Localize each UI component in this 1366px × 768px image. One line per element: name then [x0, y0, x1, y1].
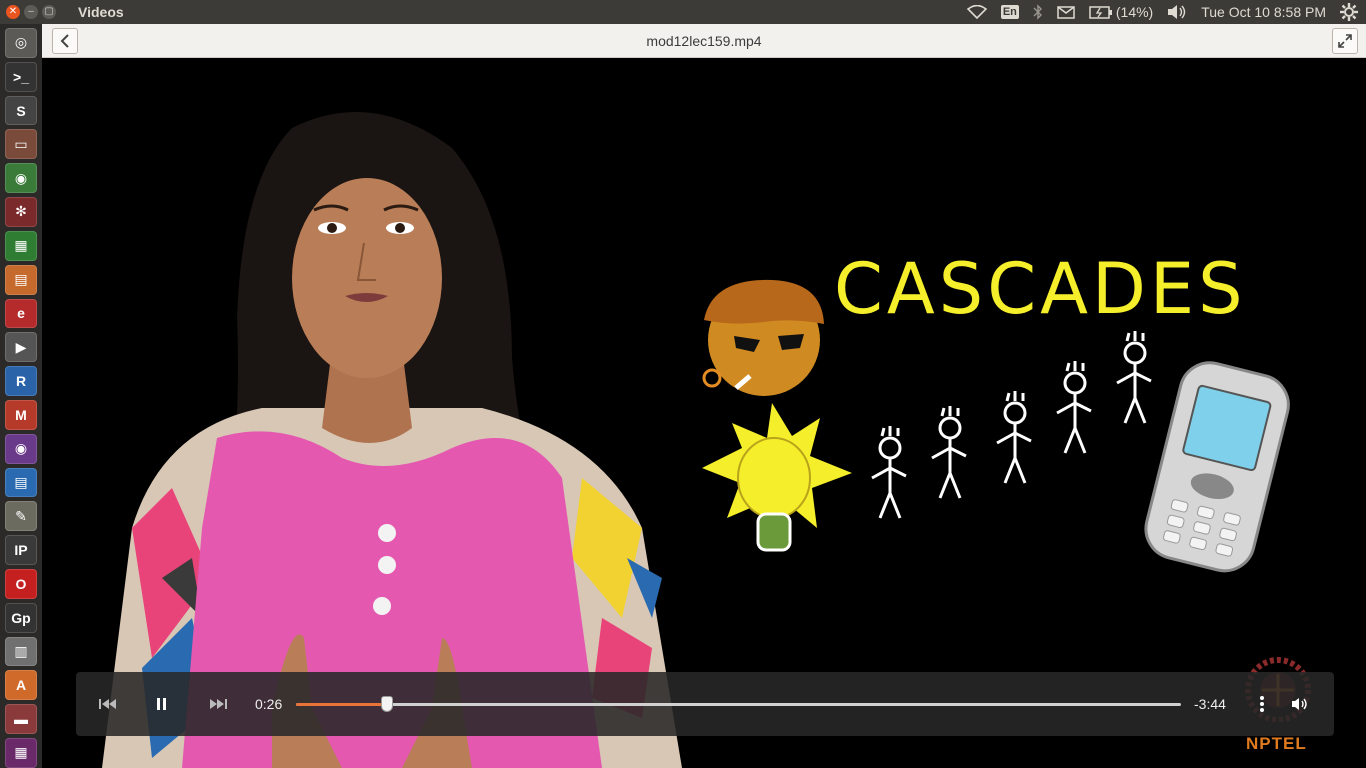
launcher-sublime-text[interactable]: S	[5, 95, 37, 126]
launcher-ipython[interactable]: IP	[5, 535, 37, 565]
sublime-text-icon: S	[16, 102, 26, 119]
launcher-workspace[interactable]: ▦	[5, 738, 37, 768]
video-frame[interactable]: CASCADES NPTEL	[42, 58, 1366, 768]
battery-indicator[interactable]: (14%)	[1089, 4, 1153, 20]
top-panel: ✕ – ▢ Videos En (14%) Tue Oct 10 8:58 PM	[0, 0, 1366, 24]
seek-progress	[296, 703, 388, 706]
previous-button[interactable]	[96, 692, 120, 716]
more-options-button[interactable]	[1250, 692, 1274, 716]
presenter-figure	[102, 112, 682, 768]
battery-icon	[1089, 5, 1112, 19]
media-player-icon: ◉	[14, 440, 28, 457]
seek-bar[interactable]	[296, 696, 1181, 712]
launcher-gmail[interactable]: M	[5, 399, 37, 430]
presentation-icon: ▤	[14, 271, 28, 288]
gmail-icon: M	[15, 406, 27, 423]
launcher-terminal[interactable]: >_	[5, 61, 37, 92]
app-title: Videos	[78, 4, 124, 20]
spreadsheet-icon: ▦	[14, 237, 28, 254]
elapsed-time: 0:26	[255, 696, 283, 712]
launcher-r-studio[interactable]: R	[5, 366, 37, 396]
launcher-presentation[interactable]: ▤	[5, 264, 37, 295]
gear-icon[interactable]	[1340, 3, 1358, 21]
bluetooth-icon[interactable]	[1033, 4, 1043, 20]
disks-icon: ▬	[14, 711, 28, 728]
r-studio-icon: R	[15, 373, 27, 390]
document-viewer-icon: e	[17, 305, 25, 322]
workspace-icon: ▦	[14, 744, 28, 761]
volume-button[interactable]	[1288, 692, 1312, 716]
settings-icon: ✻	[15, 203, 27, 220]
more-vertical-icon	[1260, 696, 1264, 712]
text-editor-icon: ✎	[15, 507, 27, 524]
mobile-phone-icon	[1144, 361, 1290, 573]
wifi-icon[interactable]	[966, 5, 987, 19]
volume-icon	[1292, 698, 1307, 710]
window-controls: ✕ – ▢	[6, 5, 56, 19]
next-button[interactable]	[206, 692, 230, 716]
remaining-time: -3:44	[1194, 696, 1226, 712]
launcher-writer[interactable]: ▤	[5, 467, 37, 498]
seek-handle[interactable]	[381, 696, 394, 712]
cascade-illustration	[702, 279, 1290, 573]
gnuplot-icon: Gp	[11, 609, 31, 626]
launcher-chrome[interactable]: ◉	[5, 163, 37, 194]
launcher-software-center[interactable]: A	[5, 670, 37, 701]
nptel-watermark: NPTEL	[1246, 734, 1307, 753]
files-icon: ▥	[14, 643, 28, 660]
indicator-area: En (14%) Tue Oct 10 8:58 PM	[966, 0, 1358, 24]
minimize-window-button[interactable]: –	[24, 5, 38, 19]
archive-manager-icon: ▭	[14, 135, 28, 152]
cool-face-icon	[702, 279, 824, 396]
fullscreen-button[interactable]	[1332, 28, 1358, 54]
fullscreen-icon	[1338, 34, 1352, 48]
opera-icon: O	[15, 575, 27, 592]
skip-back-icon	[99, 699, 116, 709]
software-center-icon: A	[15, 677, 27, 694]
keyboard-layout-indicator[interactable]: En	[1000, 5, 1019, 19]
writer-icon: ▤	[14, 473, 28, 490]
launcher-disks[interactable]: ▬	[5, 704, 37, 735]
dash-home-icon: ◎	[14, 34, 28, 51]
launcher-media-player[interactable]: ◉	[5, 433, 37, 464]
launcher-dash-home[interactable]: ◎	[5, 28, 37, 58]
launcher-gnuplot[interactable]: Gp	[5, 602, 37, 633]
launcher-video-editor[interactable]: ▶	[5, 332, 37, 363]
chrome-icon: ◉	[14, 169, 28, 186]
mail-icon[interactable]	[1057, 5, 1075, 19]
keyboard-lang: En	[1000, 5, 1019, 19]
close-window-button[interactable]: ✕	[6, 5, 20, 19]
skip-forward-icon	[210, 699, 227, 709]
maximize-window-button[interactable]: ▢	[42, 5, 56, 19]
header-bar: mod12lec159.mp4	[42, 24, 1366, 58]
ipython-icon: IP	[14, 542, 28, 559]
launcher-settings[interactable]: ✻	[5, 197, 37, 227]
video-editor-icon: ▶	[15, 338, 27, 355]
playback-controls: 0:26 -3:44	[76, 672, 1334, 736]
lightbulb-icon	[702, 403, 852, 552]
launcher: ◎ >_ S ▭ ◉ ✻ ▦ ▤ e ▶ R M ◉ ▤ ✎ IP O Gp ▥ A ▬ ▦	[0, 24, 42, 768]
pause-button[interactable]	[150, 692, 174, 716]
volume-icon[interactable]	[1167, 4, 1187, 20]
battery-percent: (14%)	[1115, 4, 1154, 20]
pause-icon	[157, 698, 166, 710]
launcher-archive-manager[interactable]: ▭	[5, 129, 37, 160]
launcher-document-viewer[interactable]: e	[5, 298, 37, 329]
launcher-spreadsheet[interactable]: ▦	[5, 230, 37, 261]
launcher-files[interactable]: ▥	[5, 636, 37, 667]
terminal-icon: >_	[13, 68, 29, 85]
launcher-text-editor[interactable]: ✎	[5, 501, 37, 532]
clock[interactable]: Tue Oct 10 8:58 PM	[1201, 4, 1326, 20]
file-title: mod12lec159.mp4	[646, 33, 762, 49]
launcher-opera[interactable]: O	[5, 569, 37, 599]
stick-figures	[871, 331, 1152, 519]
